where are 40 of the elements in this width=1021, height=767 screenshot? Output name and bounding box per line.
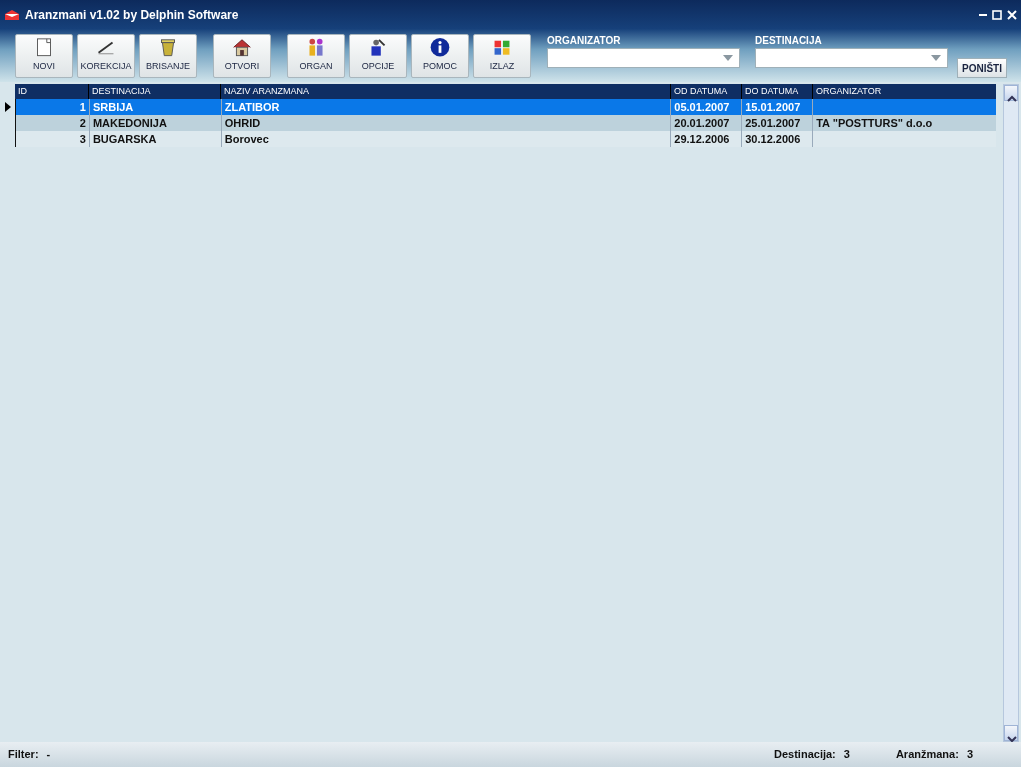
close-icon <box>1007 10 1017 20</box>
toolbar-button[interactable]: IZLAZ <box>473 34 531 78</box>
toolbar-button[interactable]: KOREKCIJA <box>77 34 135 78</box>
status-label: Destinacija: <box>774 747 836 763</box>
row-pointer-icon <box>5 102 11 112</box>
toolbar-button[interactable]: ORGAN <box>287 34 345 78</box>
table-cell: Borovec <box>221 131 672 147</box>
table-row[interactable]: 3 BUGARSKA Borovec 29.12.2006 30.12.2006 <box>15 131 996 147</box>
table-row[interactable]: 1 SRBIJA ZLATIBOR 05.01.2007 15.01.2007 <box>15 99 996 115</box>
status-value: - <box>46 747 52 763</box>
house-icon <box>231 37 253 58</box>
status-label: Aranžmana: <box>895 747 959 763</box>
toolbar-button[interactable]: BRISANJE <box>139 34 197 78</box>
maximize-icon <box>992 10 1002 20</box>
dropdown-caret-icon <box>931 55 941 61</box>
combo-box[interactable] <box>547 48 740 68</box>
toolbar-button[interactable]: OTVORI <box>213 34 271 78</box>
filter-label: DESTINACIJA <box>755 34 823 48</box>
scrollbar[interactable] <box>1003 84 1019 742</box>
table-cell: 29.12.2006 <box>671 131 743 147</box>
dropdown-caret-icon <box>723 55 733 61</box>
window-title: Aranzmani v1.02 by Delphin Software <box>25 7 239 24</box>
filter-label: ORGANIZATOR <box>547 34 622 48</box>
column-header: ORGANIZATOR <box>815 85 883 98</box>
table-cell: BUGARSKA <box>89 131 222 147</box>
table-cell: 30.12.2006 <box>742 131 814 147</box>
table-cell: 3 <box>16 131 90 147</box>
info-icon <box>429 37 451 58</box>
toolbar-button[interactable]: POMOC <box>411 34 469 78</box>
status-label: Filter: <box>8 747 39 763</box>
minimize-icon <box>979 14 987 16</box>
toolbar-button[interactable]: NOVI <box>15 34 73 78</box>
status-value: 3 <box>843 747 850 763</box>
table-row[interactable]: 2 MAKEDONIJA OHRID 20.01.2007 25.01.2007 TA "POSTTURS" d.o.o <box>15 115 996 131</box>
reset-button[interactable]: PONIŠTI <box>957 58 1007 78</box>
window-logo-icon <box>4 8 20 22</box>
toolbar-button[interactable]: OPCIJE <box>349 34 407 78</box>
table-cell-text: TA "POSTTURS" d.o.o <box>815 116 934 131</box>
combo-box[interactable] <box>755 48 948 68</box>
status-value: 3 <box>966 747 973 763</box>
